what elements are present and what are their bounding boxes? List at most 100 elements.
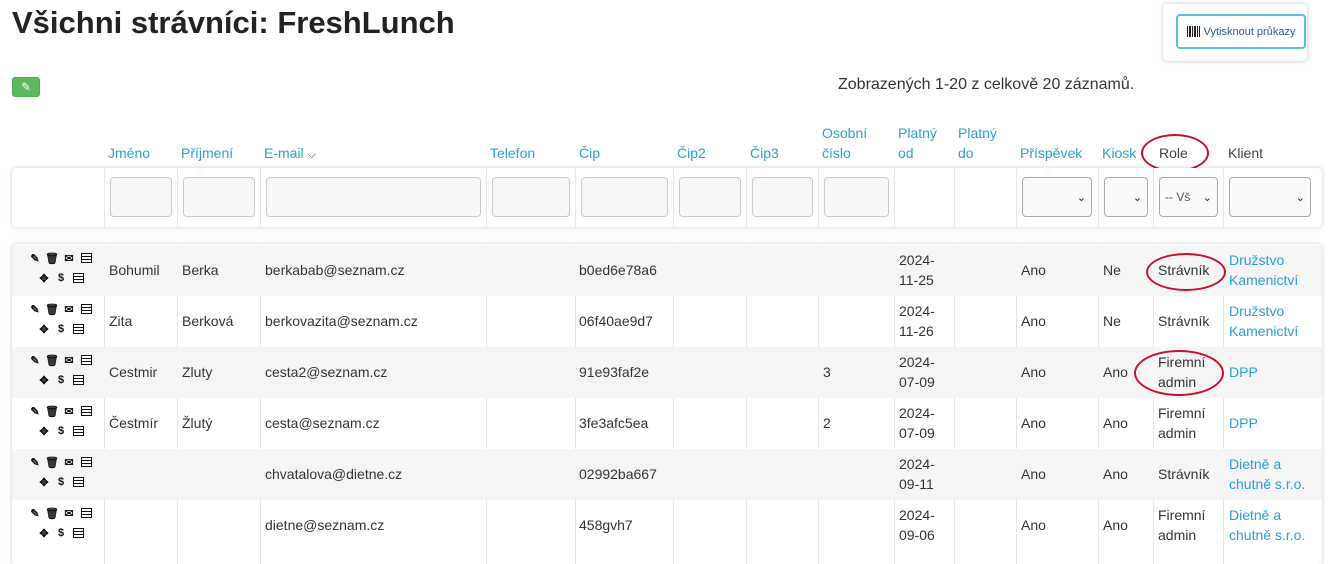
trash-icon[interactable]: 🗑 (45, 354, 59, 367)
cell-klient1[interactable]: Družstvo (1229, 250, 1284, 270)
list-lines-icon[interactable] (72, 527, 84, 539)
trash-icon[interactable]: 🗑 (45, 456, 59, 469)
trash-icon[interactable]: 🗑 (45, 252, 59, 265)
list-lines-icon[interactable] (72, 272, 84, 284)
list-icon[interactable] (80, 252, 92, 264)
pencil-icon[interactable]: ✎ (29, 252, 41, 265)
move-icon[interactable]: ✥ (38, 425, 50, 438)
cell-cip: 02992ba667 (579, 466, 657, 482)
row-actions-top: ✎ 🗑 ✉ (29, 405, 92, 418)
dollar-icon[interactable]: $ (55, 374, 67, 386)
cell-klient1[interactable]: Družstvo (1229, 301, 1284, 321)
filter-cip2-input[interactable] (679, 177, 741, 217)
list-lines-icon[interactable] (72, 323, 84, 335)
envelope-icon[interactable]: ✉ (63, 252, 75, 265)
envelope-icon[interactable]: ✉ (63, 456, 75, 469)
list-icon[interactable] (80, 456, 92, 468)
cell-role2: admin (1158, 374, 1197, 390)
move-icon[interactable]: ✥ (38, 374, 50, 387)
envelope-icon[interactable]: ✉ (63, 303, 75, 316)
print-cards-button[interactable]: Vytisknout průkazy (1176, 14, 1306, 49)
filter-prijmeni-input[interactable] (183, 177, 255, 217)
envelope-icon[interactable]: ✉ (63, 507, 75, 520)
dollar-icon[interactable]: $ (55, 527, 67, 539)
list-lines-icon[interactable] (72, 425, 84, 437)
cell-kiosk: Ne (1103, 262, 1121, 278)
move-icon[interactable]: ✥ (38, 527, 50, 540)
cell-klient2[interactable]: chutně s.r.o. (1229, 474, 1305, 494)
cell-klient1[interactable]: Dietně a (1229, 505, 1281, 525)
filter-cell: ⌄ (1098, 168, 1153, 227)
cell-date2: 11-25 (899, 272, 934, 288)
filter-cip-input[interactable] (581, 177, 668, 217)
envelope-icon[interactable]: ✉ (63, 405, 75, 418)
chevron-down-icon: ⌄ (1202, 191, 1212, 204)
dollar-icon[interactable]: $ (55, 323, 67, 335)
edit-button[interactable]: ✎ (12, 77, 40, 97)
filter-jmeno-input[interactable] (110, 177, 172, 217)
list-lines-icon[interactable] (72, 476, 84, 488)
filter-klient-select[interactable]: ⌄ (1229, 177, 1311, 217)
header-osobni-cislo[interactable]: Osobní číslo (822, 123, 867, 163)
list-icon[interactable] (80, 354, 92, 366)
filter-cip3-input[interactable] (752, 177, 813, 217)
move-icon[interactable]: ✥ (38, 323, 50, 336)
pencil-icon[interactable]: ✎ (29, 507, 41, 520)
header-prijmeni[interactable]: Příjmení (181, 143, 233, 163)
cell-prispevek: Ano (1021, 517, 1046, 533)
trash-icon[interactable]: 🗑 (45, 303, 59, 316)
header-platny-do[interactable]: Platný do (958, 123, 997, 163)
header-cip[interactable]: Čip (579, 143, 600, 163)
cell-klient1[interactable]: Dietně a (1229, 454, 1281, 474)
filter-prispevek-select[interactable]: ⌄ (1022, 177, 1092, 217)
list-icon[interactable] (80, 507, 92, 519)
cell-klient1[interactable]: DPP (1229, 362, 1258, 382)
dollar-icon[interactable]: $ (55, 425, 67, 437)
trash-icon[interactable]: 🗑 (45, 405, 59, 418)
filter-osobni-input[interactable] (824, 177, 889, 217)
list-icon[interactable] (80, 303, 92, 315)
header-email-label: E-mail (264, 145, 304, 161)
trash-icon[interactable]: 🗑 (45, 507, 59, 520)
filter-cell (818, 168, 894, 227)
move-icon[interactable]: ✥ (38, 272, 50, 285)
filter-row: ⌄ ⌄ -- Vš ⌄ ⌄ (12, 168, 1322, 227)
row-actions-bottom: ✥ $ (38, 272, 84, 285)
header-cip3[interactable]: Čip3 (750, 143, 779, 163)
pencil-icon[interactable]: ✎ (29, 456, 41, 469)
filter-role-select[interactable]: -- Vš ⌄ (1159, 177, 1218, 217)
cell-prispevek: Ano (1021, 466, 1046, 482)
dollar-icon[interactable]: $ (55, 272, 67, 284)
cell-cip: 3fe3afc5ea (579, 415, 649, 431)
cell-date2: 11-26 (899, 323, 934, 339)
cell-klient2[interactable]: Kamenictví (1229, 321, 1298, 341)
header-platny-od[interactable]: Platný od (898, 123, 937, 163)
header-kiosk[interactable]: Kiosk (1102, 143, 1136, 163)
pencil-icon[interactable]: ✎ (29, 405, 41, 418)
list-icon[interactable] (80, 405, 92, 417)
move-icon[interactable]: ✥ (38, 476, 50, 489)
cell-role1: Strávník (1158, 466, 1210, 482)
pencil-icon: ✎ (20, 80, 32, 94)
envelope-icon[interactable]: ✉ (63, 354, 75, 367)
header-cip2[interactable]: Čip2 (677, 143, 706, 163)
cell-cip: 06f40ae9d7 (579, 313, 653, 329)
filter-telefon-input[interactable] (492, 177, 570, 217)
cell-klient1[interactable]: DPP (1229, 413, 1258, 433)
pencil-icon[interactable]: ✎ (29, 303, 41, 316)
cell-klient2[interactable]: chutně s.r.o. (1229, 525, 1305, 545)
header-telefon[interactable]: Telefon (490, 143, 535, 163)
filter-kiosk-select[interactable]: ⌄ (1104, 177, 1148, 217)
cell-email: cesta@seznam.cz (265, 415, 380, 431)
cell-klient2[interactable]: Kamenictví (1229, 270, 1298, 290)
dollar-icon[interactable]: $ (55, 476, 67, 488)
header-email[interactable]: E-mail ⌵ (264, 143, 316, 165)
list-lines-icon[interactable] (72, 374, 84, 386)
header-prispevek[interactable]: Příspěvek (1020, 143, 1082, 163)
header-jmeno[interactable]: Jméno (108, 143, 150, 163)
cell-date2: 09-11 (899, 476, 934, 492)
cell-kiosk: Ano (1103, 517, 1128, 533)
cell-prispevek: Ano (1021, 364, 1046, 380)
pencil-icon[interactable]: ✎ (29, 354, 41, 367)
filter-email-input[interactable] (266, 177, 481, 217)
